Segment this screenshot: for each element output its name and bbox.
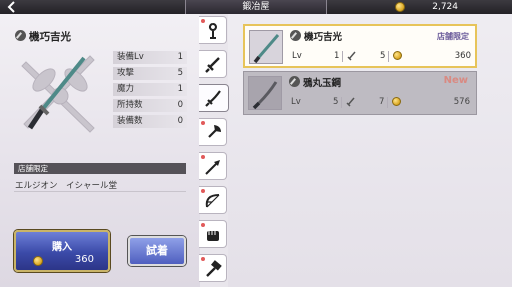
- accessory-icon: [208, 23, 217, 39]
- level-label: Lv: [291, 97, 301, 107]
- item-thumbnail: [248, 76, 282, 110]
- tab-axe[interactable]: [199, 118, 227, 146]
- owned-count: 7: [379, 97, 385, 107]
- hammer-icon: [206, 260, 222, 277]
- gold-display: 2,724: [392, 0, 512, 14]
- item-price: 576: [453, 97, 470, 107]
- shop-title: 鍛冶屋: [185, 0, 327, 14]
- try-on-button[interactable]: 試着: [128, 236, 186, 266]
- stat-label: 装備Lv: [117, 52, 144, 62]
- stat-row: 装備Lv 1: [113, 51, 187, 64]
- new-badge: New: [443, 75, 468, 86]
- back-arrow-icon[interactable]: [2, 0, 22, 14]
- tab-accessory[interactable]: [199, 16, 227, 44]
- owned-count: 5: [380, 51, 386, 61]
- coin-icon: [393, 51, 402, 60]
- list-item-name: 機巧吉光: [290, 29, 342, 43]
- stat-label: 攻撃: [117, 68, 135, 78]
- category-tabs: [199, 14, 229, 287]
- item-name-text: 機巧吉光: [29, 31, 71, 43]
- stat-label: 魔力: [117, 84, 135, 94]
- axe-icon: [208, 125, 221, 138]
- level-label: Lv: [292, 51, 302, 61]
- tab-bow[interactable]: [199, 186, 227, 214]
- tab-katana[interactable]: [199, 84, 229, 112]
- list-item-stats: Lv 1 5 360: [290, 50, 473, 63]
- spear-icon: [205, 160, 220, 175]
- item-thumbnail: [249, 30, 283, 64]
- level-value: 5: [333, 97, 339, 107]
- list-item-stats: Lv 5 7 576: [289, 96, 472, 109]
- sword-icon: [205, 57, 220, 73]
- coin-icon: [33, 256, 43, 266]
- owned-count-icon: [346, 97, 355, 107]
- divider: [387, 97, 388, 108]
- list-item[interactable]: 機巧吉光 店舗限定 Lv 1 5 360: [243, 24, 477, 68]
- stat-row: 所持数 0: [113, 99, 187, 112]
- katana-type-icon: [15, 30, 26, 41]
- fist-icon: [207, 231, 219, 241]
- stat-label: 所持数: [117, 100, 143, 110]
- tab-fist[interactable]: [199, 220, 227, 248]
- katana-type-icon: [289, 76, 300, 87]
- coin-icon: [395, 2, 405, 12]
- shop-limited-tag: 店舗限定: [437, 32, 469, 41]
- stat-row: 装備数 0: [113, 115, 187, 128]
- tab-sword[interactable]: [199, 50, 227, 78]
- buy-button[interactable]: 購入 360: [14, 230, 110, 272]
- stat-value: 1: [177, 84, 183, 94]
- top-bar: 鍛冶屋 2,724: [0, 0, 512, 14]
- divider: [14, 191, 186, 192]
- stats-list: 装備Lv 1 攻撃 5 魔力 1 所持数 0 装備数 0: [113, 51, 187, 131]
- gold-amount: 2,724: [432, 2, 458, 12]
- owned-count-icon: [347, 51, 356, 61]
- item-price: 360: [454, 51, 471, 61]
- shop-limited-header: 店舗限定: [14, 163, 186, 174]
- katana-icon: [205, 90, 221, 107]
- stat-label: 装備数: [117, 116, 143, 126]
- bow-icon: [205, 194, 220, 208]
- buy-button-label: 購入: [52, 242, 72, 253]
- stat-value: 0: [177, 100, 183, 110]
- divider: [342, 51, 343, 62]
- tab-hammer[interactable]: [199, 254, 227, 282]
- stat-value: 0: [177, 116, 183, 126]
- katana-type-icon: [290, 30, 301, 41]
- item-name: 機巧吉光: [15, 29, 71, 43]
- coin-icon: [392, 97, 401, 106]
- level-value: 1: [334, 51, 340, 61]
- shop-description: エルジオン イシャール堂: [15, 181, 118, 191]
- stat-row: 攻撃 5: [113, 67, 187, 80]
- list-item-name-text: 鴉丸玉鋼: [303, 78, 342, 89]
- list-item[interactable]: 鴉丸玉鋼 New Lv 5 7 576: [243, 71, 477, 115]
- divider: [388, 51, 389, 62]
- list-item-name-text: 機巧吉光: [304, 32, 343, 43]
- stat-value: 5: [177, 68, 183, 78]
- divider: [341, 97, 342, 108]
- stat-row: 魔力 1: [113, 83, 187, 96]
- buy-price: 360: [74, 254, 94, 265]
- stat-value: 1: [177, 52, 183, 62]
- list-item-name: 鴉丸玉鋼: [289, 75, 341, 89]
- tab-spear[interactable]: [199, 152, 227, 180]
- weapon-silhouette-icon: [14, 50, 106, 142]
